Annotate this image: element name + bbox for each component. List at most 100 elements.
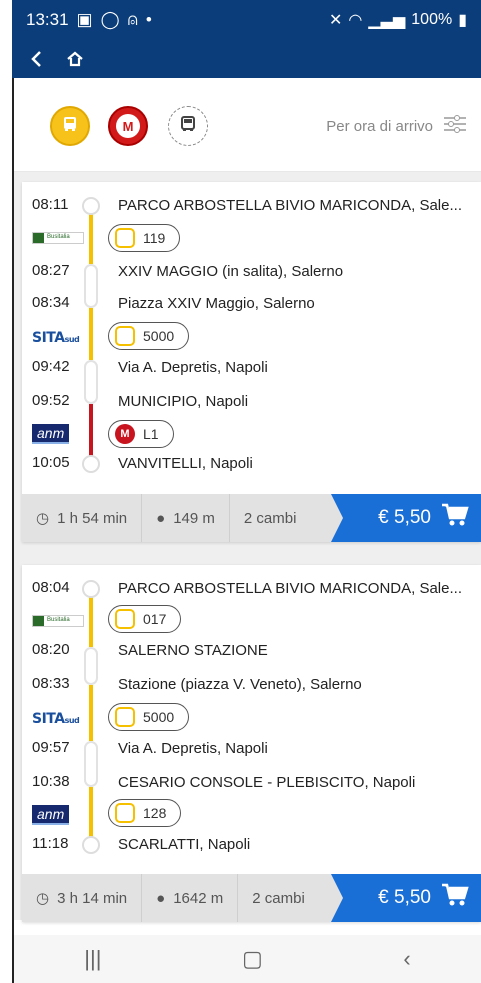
- stop-name: PARCO ARBOSTELLA BIVIO MARICONDA, Sale..…: [118, 580, 462, 597]
- buy-button[interactable]: € 5,50: [331, 494, 481, 542]
- stop-time: 09:42: [32, 358, 70, 375]
- stop-name: Piazza XXIV Maggio, Salerno: [118, 295, 315, 312]
- stop-row: 08:04 PARCO ARBOSTELLA BIVIO MARICONDA, …: [22, 575, 481, 603]
- dot-icon: •: [145, 10, 152, 29]
- walk-icon: ●: [156, 889, 166, 907]
- stop-time: 08:27: [32, 262, 70, 279]
- stop-row: 09:57 Via A. Depretis, Napoli: [22, 735, 481, 763]
- stop-time: 10:38: [32, 773, 70, 790]
- changes-cell: 2 cambi: [230, 494, 311, 542]
- stop-time: 11:18: [32, 835, 69, 852]
- clock-icon: ◷: [36, 890, 50, 907]
- walk-cell: ● 1642 m: [142, 874, 239, 922]
- stop-name: SALERNO STAZIONE: [118, 642, 268, 659]
- bus-icon: [115, 326, 135, 346]
- line-number: 5000: [143, 709, 175, 725]
- walk-cell: ● 149 m: [142, 494, 230, 542]
- operator-name: Busitalia: [47, 234, 70, 240]
- stop-name: Via A. Depretis, Napoli: [118, 740, 268, 757]
- cart-icon: [441, 883, 469, 913]
- wifi-icon: ◠: [348, 12, 363, 29]
- stop-row: 09:52 MUNICIPIO, Napoli: [22, 388, 481, 416]
- whatsapp-icon: ◯: [100, 10, 120, 29]
- journey-card[interactable]: 08:04 PARCO ARBOSTELLA BIVIO MARICONDA, …: [22, 565, 481, 922]
- stop-row: 10:38 CESARIO CONSOLE - PLEBISCITO, Napo…: [22, 769, 481, 797]
- status-time: 13:31: [26, 10, 69, 29]
- stop-time: 08:20: [32, 641, 70, 658]
- operator-name: SITA: [32, 330, 65, 346]
- stop-dot: [82, 455, 100, 473]
- line-badge: 017: [108, 605, 182, 633]
- line-number: 017: [143, 611, 167, 627]
- person-icon: ⍝: [127, 10, 138, 29]
- bus-icon: [115, 609, 135, 629]
- changes: 2 cambi: [252, 889, 305, 907]
- duration-cell: ◷ 3 h 14 min: [22, 874, 143, 922]
- walk-distance: 149 m: [173, 509, 215, 527]
- walk-icon: ●: [156, 509, 166, 527]
- stop-time: 09:57: [32, 739, 70, 756]
- price: € 5,50: [378, 887, 431, 908]
- stop-name: MUNICIPIO, Napoli: [118, 393, 249, 410]
- home-icon[interactable]: [66, 50, 84, 68]
- bus-icon: [115, 803, 135, 823]
- bus-icon: [60, 114, 80, 139]
- stop-time: 08:34: [32, 294, 70, 311]
- app-header: [12, 40, 481, 78]
- line-badge: 5000: [108, 322, 190, 350]
- stop-name: Stazione (piazza V. Veneto), Salerno: [118, 676, 362, 693]
- operator-logo-sita: SITAsud: [32, 330, 80, 346]
- price: € 5,50: [378, 507, 431, 528]
- status-bar: 13:31 ▣ ◯ ⍝ • ✕ ◠ ▁▃▅ 100% ▮: [12, 0, 481, 40]
- stop-time: 10:05: [32, 454, 70, 471]
- back-nav-icon[interactable]: ‹: [403, 946, 410, 972]
- filter-icon: [443, 114, 467, 138]
- clock-icon: ◷: [36, 510, 50, 527]
- journey-card[interactable]: 08:11 PARCO ARBOSTELLA BIVIO MARICONDA, …: [22, 182, 481, 542]
- stop-row: 08:20 SALERNO STAZIONE: [22, 637, 481, 665]
- cart-icon: [441, 503, 469, 533]
- operator-logo-anm: anm: [32, 805, 70, 825]
- stop-name: Via A. Depretis, Napoli: [118, 359, 268, 376]
- line-number: 119: [143, 230, 166, 246]
- journey-summary: ◷ 1 h 54 min ● 149 m 2 cambi € 5,50: [22, 494, 481, 542]
- stop-name: SCARLATTI, Napoli: [118, 836, 251, 853]
- home-button-icon[interactable]: ▢: [242, 946, 263, 972]
- operator-name: anm: [37, 806, 65, 822]
- coach-filter-button[interactable]: [168, 106, 208, 146]
- recent-apps-icon[interactable]: |||: [84, 946, 101, 972]
- duration: 3 h 14 min: [57, 889, 128, 907]
- stop-time: 08:33: [32, 675, 70, 692]
- stop-row: 10:05 VANVITELLI, Napoli: [22, 450, 481, 478]
- back-icon[interactable]: [30, 50, 44, 68]
- sort-selector[interactable]: Per ora di arrivo: [326, 114, 467, 138]
- walk-distance: 1642 m: [173, 889, 224, 907]
- operator-name: SITA: [32, 711, 65, 727]
- operator-name: Busitalia: [47, 617, 70, 623]
- stop-name: PARCO ARBOSTELLA BIVIO MARICONDA, Sale..…: [118, 197, 462, 214]
- operator-logo-sita: SITAsud: [32, 711, 80, 727]
- stop-dot: [82, 836, 100, 854]
- journey-summary: ◷ 3 h 14 min ● 1642 m 2 cambi € 5,50: [22, 874, 481, 922]
- stop-row: 11:18 SCARLATTI, Napoli: [22, 831, 481, 859]
- bus-filter-button[interactable]: [50, 106, 90, 146]
- stop-time: 08:04: [32, 579, 70, 596]
- stop-row: 08:33 Stazione (piazza V. Veneto), Saler…: [22, 671, 481, 699]
- changes: 2 cambi: [243, 509, 297, 527]
- battery-icon: ▮: [458, 12, 467, 29]
- metro-filter-button[interactable]: M: [108, 106, 148, 146]
- stop-name: CESARIO CONSOLE - PLEBISCITO, Napoli: [118, 774, 416, 791]
- operator-logo-busitalia: Busitalia: [32, 615, 84, 627]
- line-badge: 119: [108, 224, 181, 252]
- sort-label: Per ora di arrivo: [326, 117, 433, 135]
- line-badge: M L1: [108, 420, 174, 448]
- bus-icon: [115, 707, 135, 727]
- stop-row: 08:27 XXIV MAGGIO (in salita), Salerno: [22, 258, 481, 286]
- system-navigation: ||| ▢ ‹: [14, 935, 481, 983]
- line-number: 5000: [143, 328, 175, 344]
- stop-dot: [82, 580, 100, 598]
- mute-icon: ✕: [328, 12, 343, 29]
- changes-cell: 2 cambi: [238, 874, 319, 922]
- buy-button[interactable]: € 5,50: [331, 874, 481, 922]
- duration-cell: ◷ 1 h 54 min: [22, 494, 143, 542]
